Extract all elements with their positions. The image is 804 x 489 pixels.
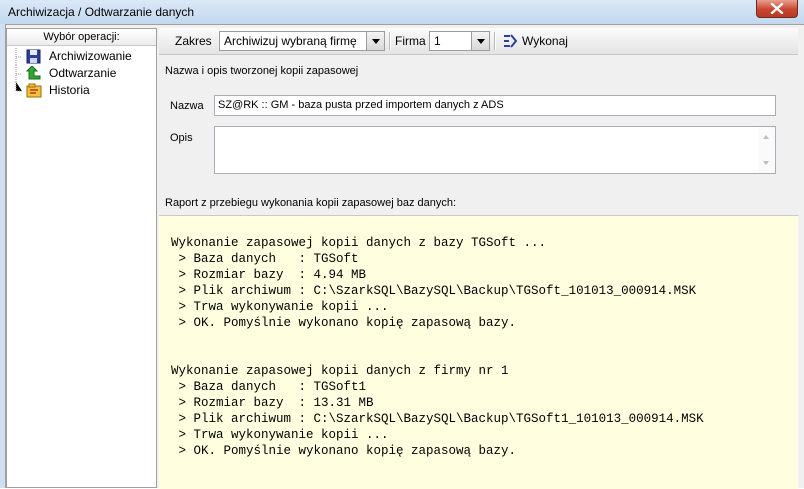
tree-header: Wybór operacji:	[7, 29, 156, 46]
name-label: Nazwa	[170, 100, 204, 112]
report-line: > Rozmiar bazy : 13.31 MB	[171, 396, 374, 410]
close-button[interactable]	[756, 0, 798, 18]
report-line: > Baza danych : TGSoft	[171, 252, 359, 266]
title-bar[interactable]: Archiwizacja / Odtwarzanie danych	[0, 0, 804, 24]
app-window: Archiwizacja / Odtwarzanie danych Wybór …	[0, 0, 804, 489]
run-gear-icon	[504, 34, 518, 48]
report-line: > Plik archiwum : C:\SzarkSQL\BazySQL\Ba…	[171, 412, 704, 426]
run-label: Wykonaj	[522, 34, 568, 48]
report-line: Wykonanie zapasowej kopii danych z firmy…	[171, 364, 509, 378]
firma-label: Firma	[395, 34, 426, 48]
tree-item-label: Archiwizowanie	[49, 49, 132, 63]
copy-section-header: Nazwa i opis tworzonej kopii zapasowej	[159, 60, 798, 82]
chevron-down-icon[interactable]	[366, 32, 384, 50]
report-line: > OK. Pomyślnie wykonano kopię zapasową …	[171, 444, 517, 458]
report-line: > Baza danych : TGSoft1	[171, 380, 367, 394]
tree-item-label: Historia	[49, 83, 90, 97]
save-disk-icon	[26, 49, 41, 64]
history-folder-icon	[26, 83, 42, 98]
report-line: > Trwa wykonywanie kopii ...	[171, 428, 389, 442]
window-title: Archiwizacja / Odtwarzanie danych	[8, 5, 195, 19]
description-scrollbar[interactable]	[759, 127, 775, 173]
scroll-down-icon[interactable]	[763, 161, 769, 165]
report-line: > Rozmiar bazy : 4.94 MB	[171, 268, 367, 282]
scroll-up-icon[interactable]	[763, 135, 769, 139]
name-field[interactable]: SZ@RK :: GM - baza pusta przed importem …	[214, 95, 776, 116]
operation-tree: Wybór operacji: Archiwizowanie Odtwarzan…	[6, 28, 157, 488]
report-section-title: Raport z przebiegu wykonania kopii zapas…	[165, 197, 457, 209]
zakres-select[interactable]: Archiwizuj wybraną firmę	[219, 31, 385, 51]
firma-value: 1	[434, 34, 441, 48]
report-line: > OK. Pomyślnie wykonano kopię zapasową …	[171, 316, 517, 330]
copy-section-title: Nazwa i opis tworzonej kopii zapasowej	[165, 65, 359, 77]
description-label: Opis	[170, 132, 193, 144]
close-icon	[770, 3, 784, 14]
name-value: SZ@RK :: GM - baza pusta przed importem …	[218, 99, 504, 111]
tree-item-label: Odtwarzanie	[49, 66, 117, 80]
zakres-value: Archiwizuj wybraną firmę	[224, 34, 357, 48]
report-line: Wykonanie zapasowej kopii danych z bazy …	[171, 236, 547, 250]
report-line: > Plik archiwum : C:\SzarkSQL\BazySQL\Ba…	[171, 284, 697, 298]
report-log[interactable]: Wykonanie zapasowej kopii danych z bazy …	[159, 215, 798, 489]
report-section-header: Raport z przebiegu wykonania kopii zapas…	[159, 192, 798, 214]
firma-select[interactable]: 1	[429, 31, 490, 51]
toolbar: Zakres Archiwizuj wybraną firmę Firma 1 …	[159, 28, 798, 55]
toolbar-separator	[494, 32, 496, 50]
toolbar-separator	[389, 32, 391, 50]
zakres-label: Zakres	[175, 34, 212, 48]
description-field[interactable]	[214, 126, 776, 174]
green-restore-arrow-icon	[26, 66, 41, 80]
chevron-down-icon[interactable]	[471, 32, 489, 50]
report-line: > Trwa wykonywanie kopii ...	[171, 300, 389, 314]
